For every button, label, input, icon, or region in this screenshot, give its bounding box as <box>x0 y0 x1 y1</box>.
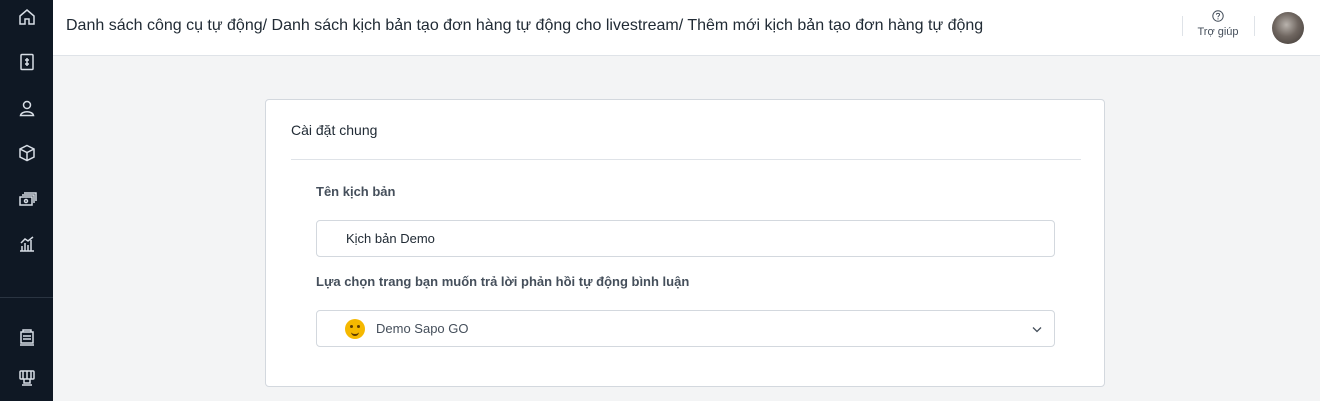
order-document-icon[interactable] <box>14 49 40 75</box>
chevron-down-icon <box>1032 327 1042 333</box>
sales-channel-icon[interactable] <box>14 324 40 350</box>
breadcrumb[interactable]: Danh sách công cụ tự động/ Danh sách kịc… <box>66 17 983 35</box>
help-button[interactable]: Trợ giúp <box>1193 10 1243 38</box>
card-divider <box>291 159 1081 160</box>
pos-icon[interactable] <box>14 365 40 391</box>
customer-icon[interactable] <box>14 95 40 121</box>
general-settings-card: Cài đặt chung Tên kịch bản Kịch bản Demo… <box>265 99 1105 387</box>
page-select-label: Lựa chọn trang bạn muốn trả lời phản hồi… <box>316 274 690 289</box>
page-select-dropdown[interactable]: Demo Sapo GO <box>316 310 1055 347</box>
script-name-input[interactable]: Kịch bản Demo <box>316 220 1055 257</box>
product-box-icon[interactable] <box>14 140 40 166</box>
avatar[interactable] <box>1272 12 1304 44</box>
help-label: Trợ giúp <box>1197 26 1239 38</box>
cash-icon[interactable] <box>14 186 40 212</box>
header-divider <box>1254 16 1255 36</box>
help-circle-icon <box>1212 10 1224 22</box>
sidebar <box>0 0 53 401</box>
header-divider <box>1182 16 1183 36</box>
page-select-value: Demo Sapo GO <box>376 321 469 336</box>
card-title: Cài đặt chung <box>291 122 378 138</box>
report-chart-icon[interactable] <box>14 231 40 257</box>
script-name-label: Tên kịch bản <box>316 184 396 199</box>
home-icon[interactable] <box>14 4 40 30</box>
top-header: Danh sách công cụ tự động/ Danh sách kịc… <box>53 0 1320 56</box>
thinking-face-icon <box>345 319 365 339</box>
sidebar-divider <box>0 297 53 298</box>
